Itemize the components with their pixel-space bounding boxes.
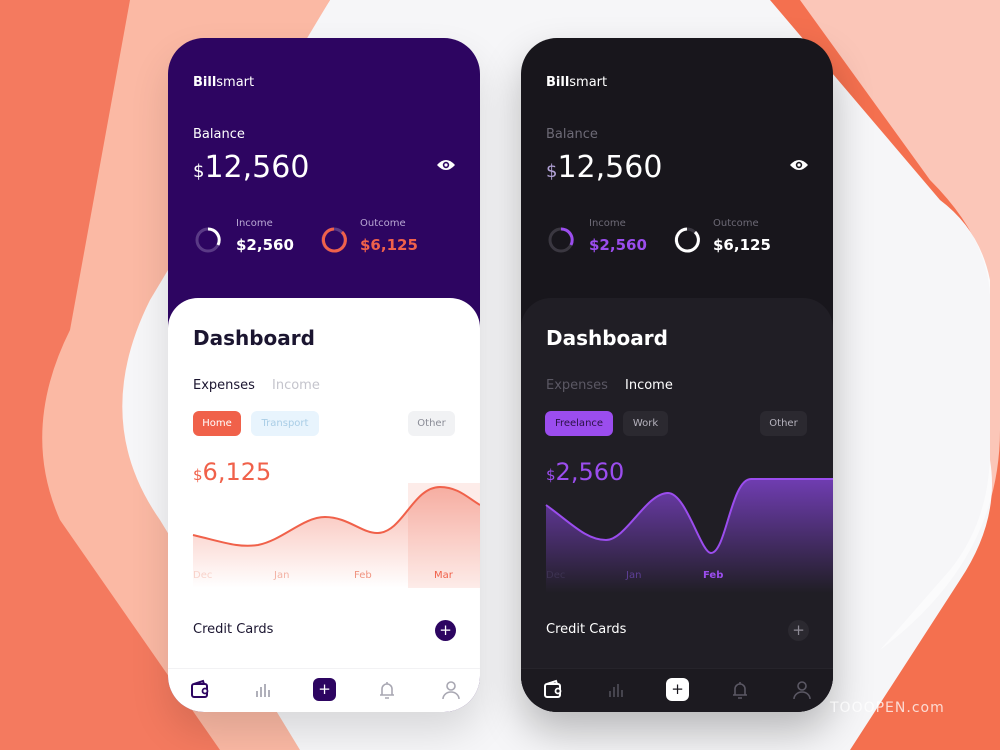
outcome-label: Outcome bbox=[713, 218, 759, 229]
income-chart bbox=[545, 478, 833, 593]
dashboard-card: Dashboard Expenses Income Freelance Work… bbox=[521, 298, 833, 712]
watermark: TOOOPEN.com bbox=[830, 700, 945, 716]
bell-icon[interactable] bbox=[376, 679, 398, 701]
background-shapes bbox=[0, 0, 1000, 750]
tab-income[interactable]: Income bbox=[272, 378, 320, 393]
wallet-icon[interactable] bbox=[189, 679, 211, 701]
income-donut-icon bbox=[548, 227, 574, 253]
add-card-button[interactable]: + bbox=[435, 620, 456, 641]
chip-other[interactable]: Other bbox=[760, 411, 807, 436]
bottom-nav: + bbox=[168, 668, 480, 712]
wallet-icon[interactable] bbox=[542, 679, 564, 701]
brand-logo: Billsmart bbox=[546, 75, 608, 90]
chip-home[interactable]: Home bbox=[193, 411, 241, 436]
phone-light: Billsmart Balance $12,560 Income $2,560 … bbox=[168, 38, 480, 712]
income-label: Income bbox=[236, 218, 273, 229]
brand-logo: Billsmart bbox=[193, 75, 255, 90]
month-label: Jan bbox=[626, 570, 642, 581]
outcome-donut-icon bbox=[674, 227, 700, 253]
user-icon[interactable] bbox=[440, 679, 462, 701]
bar-chart-icon[interactable] bbox=[605, 679, 627, 701]
eye-icon[interactable] bbox=[789, 158, 809, 172]
outcome-value: $6,125 bbox=[360, 236, 418, 254]
tab-expenses[interactable]: Expenses bbox=[193, 378, 255, 393]
bar-chart-icon[interactable] bbox=[252, 679, 274, 701]
tab-income[interactable]: Income bbox=[625, 378, 673, 393]
month-label: Feb bbox=[703, 570, 724, 581]
credit-cards-heading: Credit Cards bbox=[546, 622, 627, 637]
dashboard-title: Dashboard bbox=[546, 326, 668, 350]
income-label: Income bbox=[589, 218, 626, 229]
income-value: $2,560 bbox=[236, 236, 294, 254]
phone-dark: Billsmart Balance $12,560 Income $2,560 … bbox=[521, 38, 833, 712]
add-icon[interactable]: + bbox=[313, 678, 336, 701]
tab-expenses[interactable]: Expenses bbox=[546, 378, 608, 393]
income-donut-icon bbox=[195, 227, 221, 253]
add-card-button[interactable]: + bbox=[788, 620, 809, 641]
income-value: $2,560 bbox=[589, 236, 647, 254]
dashboard-title: Dashboard bbox=[193, 326, 315, 350]
balance-label: Balance bbox=[193, 127, 245, 142]
month-label: Dec bbox=[193, 570, 213, 581]
chip-work[interactable]: Work bbox=[623, 411, 668, 436]
bottom-nav: + bbox=[521, 668, 833, 712]
outcome-label: Outcome bbox=[360, 218, 406, 229]
add-icon[interactable]: + bbox=[666, 678, 689, 701]
month-label: Dec bbox=[546, 570, 566, 581]
chip-transport[interactable]: Transport bbox=[251, 411, 319, 436]
balance-value: $12,560 bbox=[193, 150, 310, 185]
month-label: Mar bbox=[434, 570, 453, 581]
balance-value: $12,560 bbox=[546, 150, 663, 185]
dashboard-card: Dashboard Expenses Income Home Transport… bbox=[168, 298, 480, 712]
user-icon[interactable] bbox=[791, 679, 813, 701]
chip-other[interactable]: Other bbox=[408, 411, 455, 436]
outcome-donut-icon bbox=[321, 227, 347, 253]
credit-cards-heading: Credit Cards bbox=[193, 622, 274, 637]
month-label: Jan bbox=[274, 570, 290, 581]
eye-icon[interactable] bbox=[436, 158, 456, 172]
balance-label: Balance bbox=[546, 127, 598, 142]
month-label: Feb bbox=[354, 570, 372, 581]
outcome-value: $6,125 bbox=[713, 236, 771, 254]
bell-icon[interactable] bbox=[729, 679, 751, 701]
chip-freelance[interactable]: Freelance bbox=[545, 411, 613, 436]
